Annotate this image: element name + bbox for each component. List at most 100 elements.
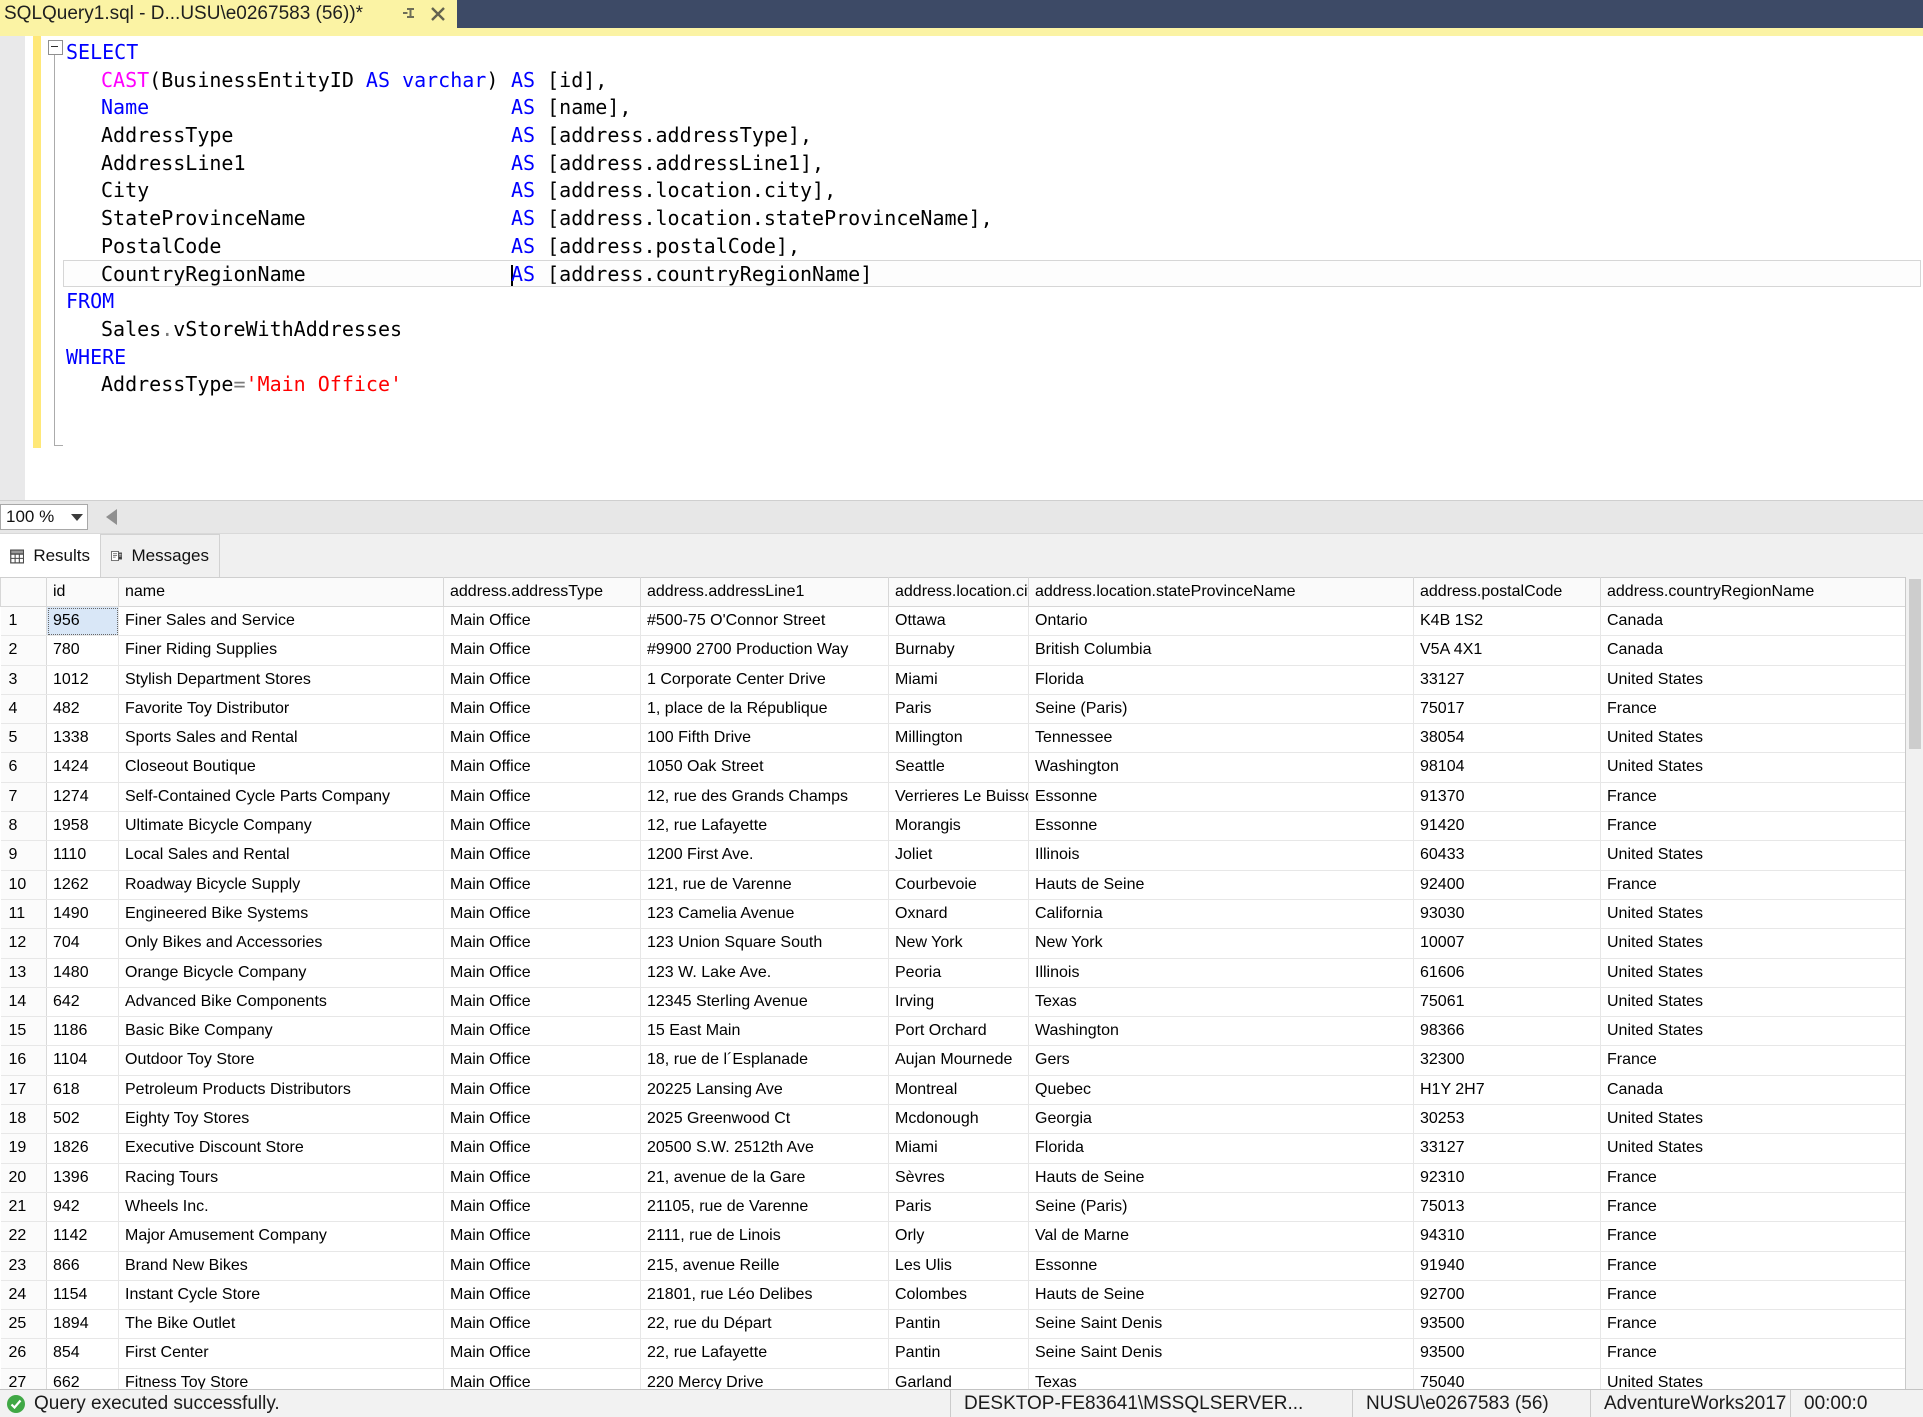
scroll-left-arrow-icon[interactable] — [106, 509, 117, 525]
grid-cell[interactable]: Seine (Paris) — [1029, 694, 1414, 723]
grid-cell[interactable]: 1200 First Ave. — [641, 841, 889, 870]
grid-cell[interactable]: Verrieres Le Buisson — [889, 782, 1029, 811]
grid-cell[interactable]: 1104 — [47, 1046, 119, 1075]
grid-cell[interactable]: 1274 — [47, 782, 119, 811]
grid-cell[interactable]: Sèvres — [889, 1163, 1029, 1192]
grid-cell[interactable]: 92400 — [1414, 870, 1601, 899]
grid-corner-cell[interactable] — [1, 578, 47, 607]
grid-cell[interactable]: 1424 — [47, 753, 119, 782]
column-header-address.addressLine1[interactable]: address.addressLine1 — [641, 578, 889, 607]
row-number[interactable]: 22 — [1, 1222, 47, 1251]
grid-cell[interactable]: United States — [1601, 665, 1906, 694]
grid-cell[interactable]: 98366 — [1414, 1017, 1601, 1046]
grid-cell[interactable]: 75013 — [1414, 1192, 1601, 1221]
grid-cell[interactable]: 92310 — [1414, 1163, 1601, 1192]
grid-cell[interactable]: Canada — [1601, 636, 1906, 665]
code-line[interactable]: CityAS [address.location.city], — [63, 176, 1921, 204]
grid-cell[interactable]: 20500 S.W. 2512th Ave — [641, 1134, 889, 1163]
grid-cell[interactable]: 121, rue de Varenne — [641, 870, 889, 899]
row-number[interactable]: 21 — [1, 1192, 47, 1221]
grid-cell[interactable]: 21105, rue de Varenne — [641, 1192, 889, 1221]
grid-cell[interactable]: 1, place de la République — [641, 694, 889, 723]
grid-cell[interactable]: 30253 — [1414, 1105, 1601, 1134]
grid-cell[interactable]: Florida — [1029, 665, 1414, 694]
grid-cell[interactable]: Main Office — [444, 1222, 641, 1251]
grid-cell[interactable]: France — [1601, 812, 1906, 841]
row-number[interactable]: 18 — [1, 1105, 47, 1134]
grid-cell[interactable]: Burnaby — [889, 636, 1029, 665]
grid-cell[interactable]: Illinois — [1029, 841, 1414, 870]
collapse-region-icon[interactable] — [48, 40, 63, 55]
grid-cell[interactable]: 1186 — [47, 1017, 119, 1046]
grid-cell[interactable]: France — [1601, 1222, 1906, 1251]
column-header-address.countryRegionName[interactable]: address.countryRegionName — [1601, 578, 1906, 607]
grid-cell[interactable]: 22, rue du Départ — [641, 1310, 889, 1339]
code-line[interactable]: PostalCodeAS [address.postalCode], — [63, 232, 1921, 260]
grid-cell[interactable]: United States — [1601, 1134, 1906, 1163]
grid-cell[interactable]: California — [1029, 899, 1414, 928]
code-line[interactable]: AddressTypeAS [address.addressType], — [63, 121, 1921, 149]
grid-cell[interactable]: Hauts de Seine — [1029, 1163, 1414, 1192]
grid-cell[interactable]: 92700 — [1414, 1280, 1601, 1309]
grid-cell[interactable]: Pantin — [889, 1339, 1029, 1368]
document-tab[interactable]: SQLQuery1.sql - D...USU\e0267583 (56))* — [0, 0, 457, 28]
grid-cell[interactable]: Courbevoie — [889, 870, 1029, 899]
grid-cell[interactable]: Main Office — [444, 1075, 641, 1104]
grid-cell[interactable]: 482 — [47, 694, 119, 723]
grid-cell[interactable]: United States — [1601, 987, 1906, 1016]
grid-cell[interactable]: Main Office — [444, 1310, 641, 1339]
grid-cell[interactable]: Oxnard — [889, 899, 1029, 928]
grid-cell[interactable]: France — [1601, 694, 1906, 723]
grid-cell[interactable]: British Columbia — [1029, 636, 1414, 665]
sql-code[interactable]: SELECTCAST(BusinessEntityID AS varchar)A… — [63, 38, 1921, 398]
close-icon[interactable] — [428, 4, 448, 24]
grid-cell[interactable]: Main Office — [444, 1368, 641, 1389]
row-number[interactable]: 15 — [1, 1017, 47, 1046]
grid-cell[interactable]: Favorite Toy Distributor — [119, 694, 444, 723]
grid-cell[interactable]: Irving — [889, 987, 1029, 1016]
grid-cell[interactable]: Wheels Inc. — [119, 1192, 444, 1221]
grid-cell[interactable]: Paris — [889, 694, 1029, 723]
column-header-address.location.stateProvinceName[interactable]: address.location.stateProvinceName — [1029, 578, 1414, 607]
grid-cell[interactable]: 215, avenue Reille — [641, 1251, 889, 1280]
code-line[interactable]: AddressType='Main Office' — [63, 370, 1921, 398]
grid-cell[interactable]: France — [1601, 1251, 1906, 1280]
grid-cell[interactable]: Colombes — [889, 1280, 1029, 1309]
grid-cell[interactable]: Quebec — [1029, 1075, 1414, 1104]
grid-cell[interactable]: 866 — [47, 1251, 119, 1280]
grid-cell[interactable]: 1338 — [47, 724, 119, 753]
column-header-name[interactable]: name — [119, 578, 444, 607]
grid-cell[interactable]: 32300 — [1414, 1046, 1601, 1075]
grid-cell[interactable]: Main Office — [444, 929, 641, 958]
grid-cell[interactable]: 956 — [47, 607, 119, 636]
grid-cell[interactable]: Canada — [1601, 1075, 1906, 1104]
grid-vertical-scrollbar[interactable] — [1905, 577, 1923, 1389]
grid-cell[interactable]: Main Office — [444, 841, 641, 870]
grid-cell[interactable]: Main Office — [444, 1251, 641, 1280]
grid-cell[interactable]: 502 — [47, 1105, 119, 1134]
code-line-current[interactable]: CountryRegionNameAS [address.countryRegi… — [63, 260, 1921, 288]
grid-cell[interactable]: Main Office — [444, 1339, 641, 1368]
grid-cell[interactable]: 1 Corporate Center Drive — [641, 665, 889, 694]
grid-cell[interactable]: #9900 2700 Production Way — [641, 636, 889, 665]
grid-cell[interactable]: Major Amusement Company — [119, 1222, 444, 1251]
grid-cell[interactable]: Main Office — [444, 1163, 641, 1192]
row-number[interactable]: 9 — [1, 841, 47, 870]
grid-cell[interactable]: Illinois — [1029, 958, 1414, 987]
grid-cell[interactable]: Instant Cycle Store — [119, 1280, 444, 1309]
grid-cell[interactable]: 662 — [47, 1368, 119, 1389]
row-number[interactable]: 17 — [1, 1075, 47, 1104]
grid-cell[interactable]: Seine Saint Denis — [1029, 1339, 1414, 1368]
grid-cell[interactable]: 1262 — [47, 870, 119, 899]
grid-cell[interactable]: Morangis — [889, 812, 1029, 841]
grid-cell[interactable]: Main Office — [444, 1192, 641, 1221]
row-number[interactable]: 4 — [1, 694, 47, 723]
scrollbar-thumb[interactable] — [1909, 579, 1921, 749]
grid-cell[interactable]: France — [1601, 1339, 1906, 1368]
grid-cell[interactable]: Main Office — [444, 636, 641, 665]
grid-cell[interactable]: 1012 — [47, 665, 119, 694]
grid-cell[interactable]: Montreal — [889, 1075, 1029, 1104]
grid-cell[interactable]: Texas — [1029, 1368, 1414, 1389]
grid-cell[interactable]: Ultimate Bicycle Company — [119, 812, 444, 841]
grid-cell[interactable]: Main Office — [444, 870, 641, 899]
